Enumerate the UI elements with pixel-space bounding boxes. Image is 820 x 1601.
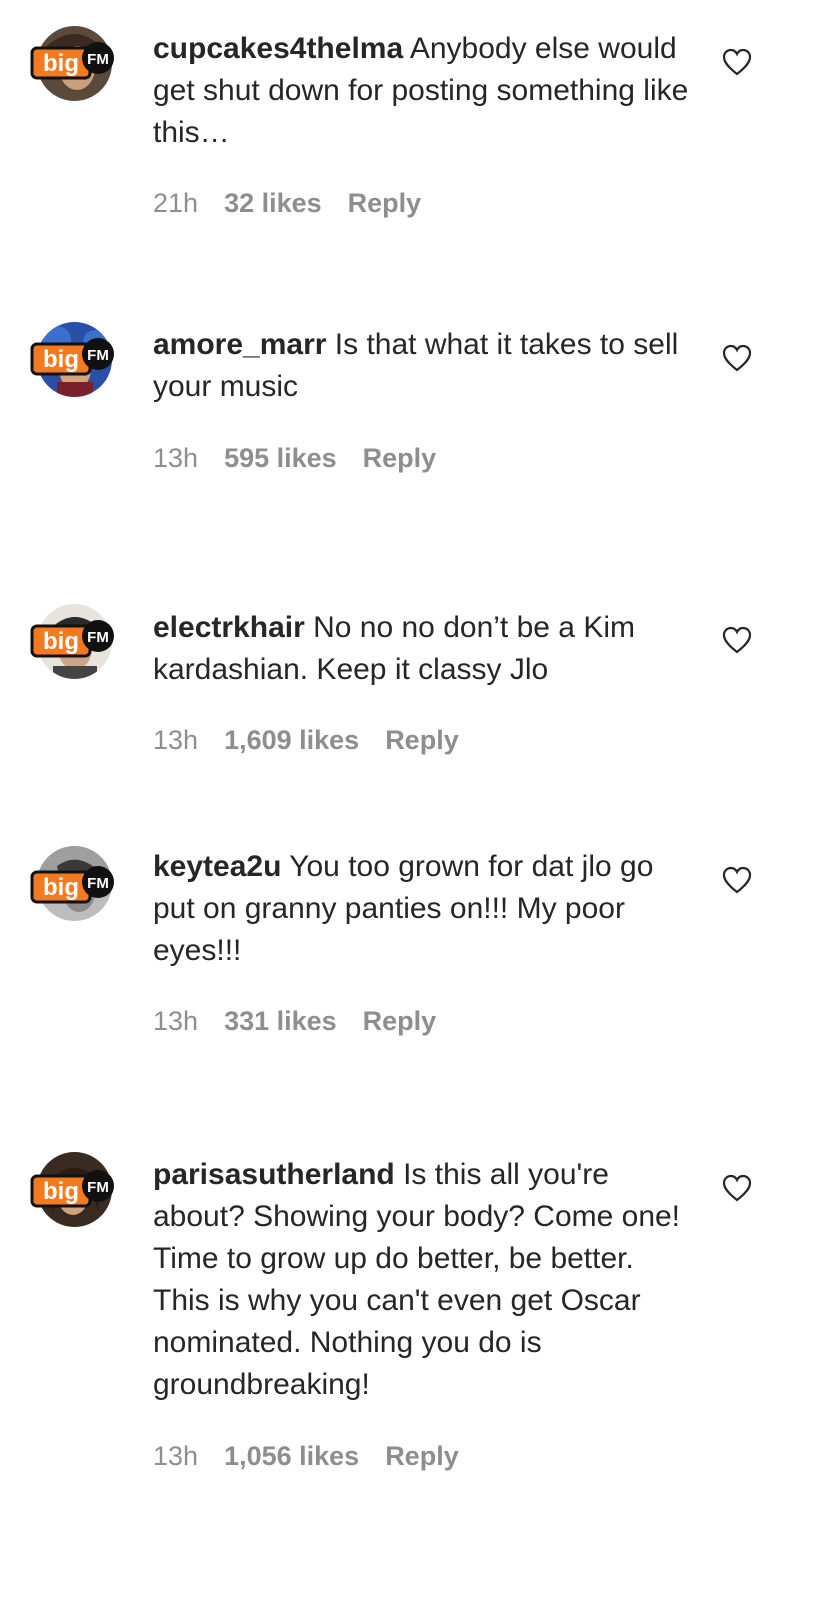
svg-text:FM: FM	[87, 875, 109, 892]
comment-timestamp[interactable]: 13h	[153, 725, 198, 755]
comment-body: Is this all you're about? Showing your b…	[153, 1158, 681, 1401]
comment-likes[interactable]: 1,609 likes	[224, 725, 359, 755]
reply-button[interactable]: Reply	[385, 725, 459, 755]
heart-icon[interactable]	[722, 48, 752, 76]
bigfm-watermark: big FM	[30, 864, 116, 904]
svg-text:FM: FM	[87, 347, 109, 364]
comment-meta: 13h 1,609 likes Reply	[153, 724, 459, 756]
comment-username[interactable]: keytea2u	[153, 850, 281, 883]
comment-timestamp[interactable]: 13h	[153, 443, 198, 473]
comment-username[interactable]: electrkhair	[153, 611, 305, 644]
comment-meta: 13h 595 likes Reply	[153, 442, 436, 474]
svg-text:big: big	[43, 1178, 79, 1205]
comment-meta: 21h 32 likes Reply	[153, 187, 421, 219]
svg-text:FM: FM	[87, 51, 109, 68]
comment-likes[interactable]: 32 likes	[224, 188, 322, 218]
comment-timestamp[interactable]: 13h	[153, 1006, 198, 1036]
reply-button[interactable]: Reply	[363, 443, 437, 473]
bigfm-watermark: big FM	[30, 40, 116, 80]
comment-meta: 13h 1,056 likes Reply	[153, 1440, 459, 1472]
heart-icon[interactable]	[722, 866, 752, 894]
comment-text: electrkhair No no no don’t be a Kim kard…	[153, 607, 698, 691]
svg-text:big: big	[43, 628, 79, 655]
svg-text:big: big	[43, 50, 79, 77]
comment-text: amore_marr Is that what it takes to sell…	[153, 324, 698, 408]
comment-likes[interactable]: 331 likes	[224, 1006, 337, 1036]
comment-meta: 13h 331 likes Reply	[153, 1005, 436, 1037]
comment-text: keytea2u You too grown for dat jlo go pu…	[153, 846, 698, 972]
svg-text:big: big	[43, 346, 79, 373]
reply-button[interactable]: Reply	[363, 1006, 437, 1036]
comment-likes[interactable]: 595 likes	[224, 443, 337, 473]
comment-text: cupcakes4thelma Anybody else would get s…	[153, 28, 698, 154]
svg-text:FM: FM	[87, 1179, 109, 1196]
heart-icon[interactable]	[722, 344, 752, 372]
comment-likes[interactable]: 1,056 likes	[224, 1441, 359, 1471]
comment-timestamp[interactable]: 21h	[153, 188, 198, 218]
comment-username[interactable]: parisasutherland	[153, 1158, 395, 1191]
comment-text: parisasutherland Is this all you're abou…	[153, 1154, 698, 1406]
comment-timestamp[interactable]: 13h	[153, 1441, 198, 1471]
reply-button[interactable]: Reply	[348, 188, 422, 218]
bigfm-watermark: big FM	[30, 1168, 116, 1208]
comment-username[interactable]: cupcakes4thelma	[153, 32, 403, 65]
svg-text:FM: FM	[87, 629, 109, 646]
heart-icon[interactable]	[722, 626, 752, 654]
svg-text:big: big	[43, 874, 79, 901]
comment-username[interactable]: amore_marr	[153, 328, 326, 361]
bigfm-watermark: big FM	[30, 618, 116, 658]
reply-button[interactable]: Reply	[385, 1441, 459, 1471]
bigfm-watermark: big FM	[30, 336, 116, 376]
heart-icon[interactable]	[722, 1174, 752, 1202]
